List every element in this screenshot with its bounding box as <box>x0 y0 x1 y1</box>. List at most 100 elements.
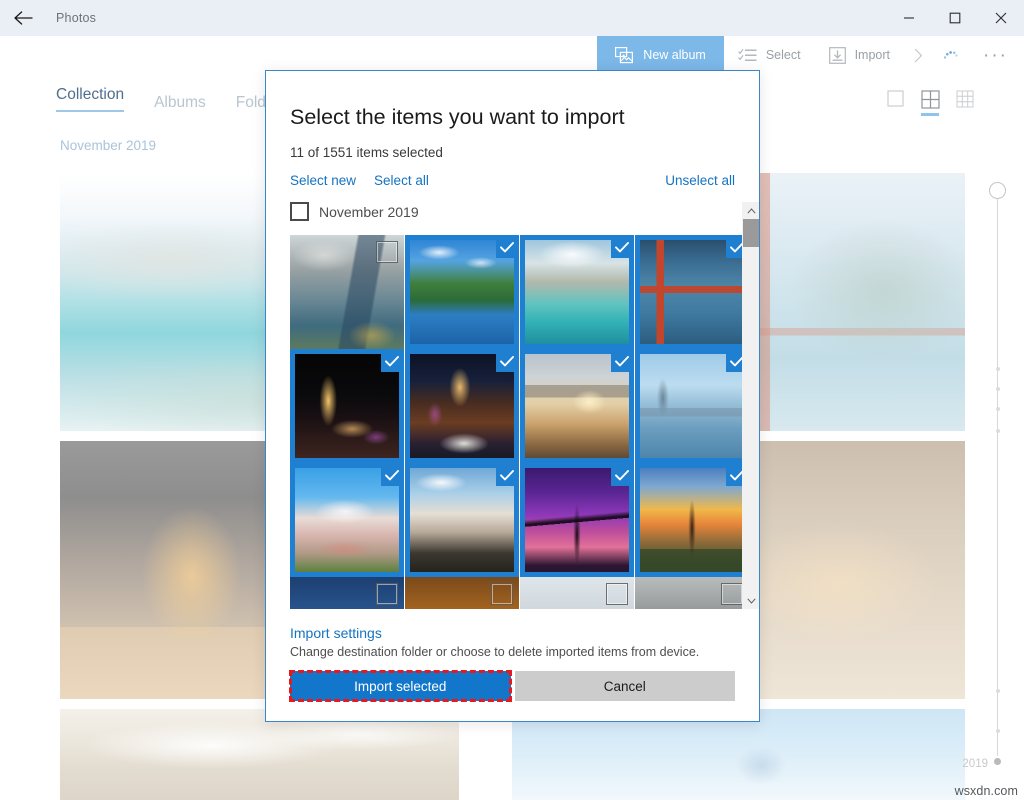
collection-photo-sky[interactable] <box>512 709 965 800</box>
photos-app-window: Photos New album <box>0 0 1024 800</box>
checkbox-checked-icon[interactable] <box>496 350 518 372</box>
view-toggle-group <box>884 90 976 116</box>
timeline-tick <box>996 387 1000 391</box>
checkbox-unchecked-icon[interactable] <box>376 583 398 605</box>
tab-collection[interactable]: Collection <box>56 86 124 119</box>
tab-albums[interactable]: Albums <box>154 94 206 119</box>
checkbox-checked-icon[interactable] <box>726 236 742 258</box>
import-settings-description: Change destination folder or choose to d… <box>290 645 735 659</box>
dialog-header: Select the items you want to import 11 o… <box>266 71 759 188</box>
thumb-bellagio-strip[interactable] <box>405 349 519 463</box>
select-icon <box>738 48 757 63</box>
more-options-button[interactable]: ··· <box>967 36 1024 74</box>
thumb-gold-partial[interactable] <box>405 577 519 609</box>
timeline-handle[interactable] <box>989 182 1006 199</box>
checkbox-checked-icon[interactable] <box>726 464 742 486</box>
thumb-canal-town[interactable] <box>290 235 404 349</box>
new-album-button[interactable]: New album <box>597 36 724 74</box>
import-selected-button[interactable]: Import selected <box>290 671 511 701</box>
timeline-tick <box>996 689 1000 693</box>
checkbox-checked-icon[interactable] <box>611 464 633 486</box>
checkbox-unchecked-icon[interactable] <box>721 583 742 605</box>
close-button[interactable] <box>978 0 1024 36</box>
thumb-castle-dusk[interactable] <box>405 463 519 577</box>
scrollbar-thumb[interactable] <box>743 219 759 247</box>
thumb-sky-partial[interactable] <box>520 577 634 609</box>
group-header-november[interactable]: November 2019 <box>290 202 742 221</box>
import-dialog: Select the items you want to import 11 o… <box>265 70 760 722</box>
checkbox-checked-icon[interactable] <box>611 350 633 372</box>
checkbox-checked-icon[interactable] <box>496 464 518 486</box>
checkbox-unchecked-icon[interactable] <box>491 583 513 605</box>
app-title: Photos <box>56 11 96 25</box>
thumb-coastal-city[interactable] <box>520 235 634 349</box>
sync-spinner-icon <box>933 36 967 74</box>
dialog-selection-links: Select new Select all Unselect all <box>290 173 735 188</box>
minimize-button[interactable] <box>886 0 932 36</box>
nav-tabs: Collection Albums Folders <box>56 86 287 119</box>
import-settings-link[interactable]: Import settings <box>290 625 735 641</box>
scroll-down-arrow-icon[interactable] <box>743 592 759 609</box>
timeline-tick <box>996 429 1000 433</box>
import-label: Import <box>855 48 890 62</box>
group-header-label: November 2019 <box>319 204 419 220</box>
watermark: wsxdn.com <box>955 784 1018 798</box>
tab-collection-label: Collection <box>56 86 124 103</box>
checkbox-checked-icon[interactable] <box>726 350 742 372</box>
import-button[interactable]: Import <box>815 36 904 74</box>
timeline-rail <box>997 196 998 756</box>
command-bar: New album Select Import <box>0 36 1024 74</box>
thumb-blue-partial[interactable] <box>290 577 404 609</box>
timeline-tick <box>996 729 1000 733</box>
unselect-all-link[interactable]: Unselect all <box>665 173 735 188</box>
timeline-end-dot <box>994 758 1001 765</box>
checkbox-checked-icon[interactable] <box>381 464 403 486</box>
timeline-scrubber[interactable]: 2019 <box>986 182 1010 766</box>
cancel-button[interactable]: Cancel <box>515 671 736 701</box>
dialog-action-buttons: Import selected Cancel <box>290 671 735 701</box>
timeline-tick <box>996 367 1000 371</box>
single-photo-view-icon[interactable] <box>884 90 906 116</box>
collection-photo-cloud[interactable] <box>60 709 459 800</box>
checkbox-unchecked-icon[interactable] <box>606 583 628 605</box>
thumbnail-grid <box>290 235 742 609</box>
select-button[interactable]: Select <box>724 36 815 74</box>
scroll-up-arrow-icon[interactable] <box>743 202 759 219</box>
medium-grid-view-icon[interactable] <box>919 90 941 116</box>
thumb-seine-sunset[interactable] <box>520 349 634 463</box>
thumbnail-scroll-area: November 2019 <box>266 202 742 609</box>
timeline-end-year: 2019 <box>962 758 988 770</box>
small-grid-view-icon[interactable] <box>954 90 976 116</box>
thumb-castle-day[interactable] <box>290 463 404 577</box>
new-album-label: New album <box>643 48 706 62</box>
title-bar: Photos <box>0 0 1024 36</box>
maximize-button[interactable] <box>932 0 978 36</box>
dialog-selection-count: 11 of 1551 items selected <box>290 145 735 160</box>
timeline-tick <box>996 407 1000 411</box>
thumb-golden-gate[interactable] <box>635 235 742 349</box>
checkbox-checked-icon[interactable] <box>611 236 633 258</box>
thumb-vegas-night[interactable] <box>290 349 404 463</box>
select-all-link[interactable]: Select all <box>374 173 429 188</box>
thumb-seine-river[interactable] <box>635 349 742 463</box>
dialog-title: Select the items you want to import <box>290 105 735 130</box>
back-arrow-icon[interactable] <box>0 0 46 36</box>
checkbox-checked-icon[interactable] <box>381 350 403 372</box>
dialog-body: November 2019 <box>266 202 759 609</box>
new-album-icon <box>615 47 634 64</box>
import-icon <box>829 47 846 64</box>
select-new-link[interactable]: Select new <box>290 173 356 188</box>
thumb-gray-partial[interactable] <box>635 577 742 609</box>
tab-albums-label: Albums <box>154 94 206 111</box>
checkbox-checked-icon[interactable] <box>496 236 518 258</box>
select-label: Select <box>766 48 801 62</box>
checkbox-unchecked-icon[interactable] <box>376 241 398 263</box>
group-checkbox-unchecked-icon[interactable] <box>290 202 309 221</box>
collection-month-label: November 2019 <box>60 138 156 153</box>
thumb-eiffel-purple[interactable] <box>520 463 634 577</box>
dialog-footer: Import settings Change destination folde… <box>266 609 759 721</box>
dialog-scrollbar[interactable] <box>742 202 759 609</box>
thumb-eiffel-sunset[interactable] <box>635 463 742 577</box>
thumb-lake-hillside[interactable] <box>405 235 519 349</box>
chevron-right-icon[interactable] <box>904 36 933 74</box>
